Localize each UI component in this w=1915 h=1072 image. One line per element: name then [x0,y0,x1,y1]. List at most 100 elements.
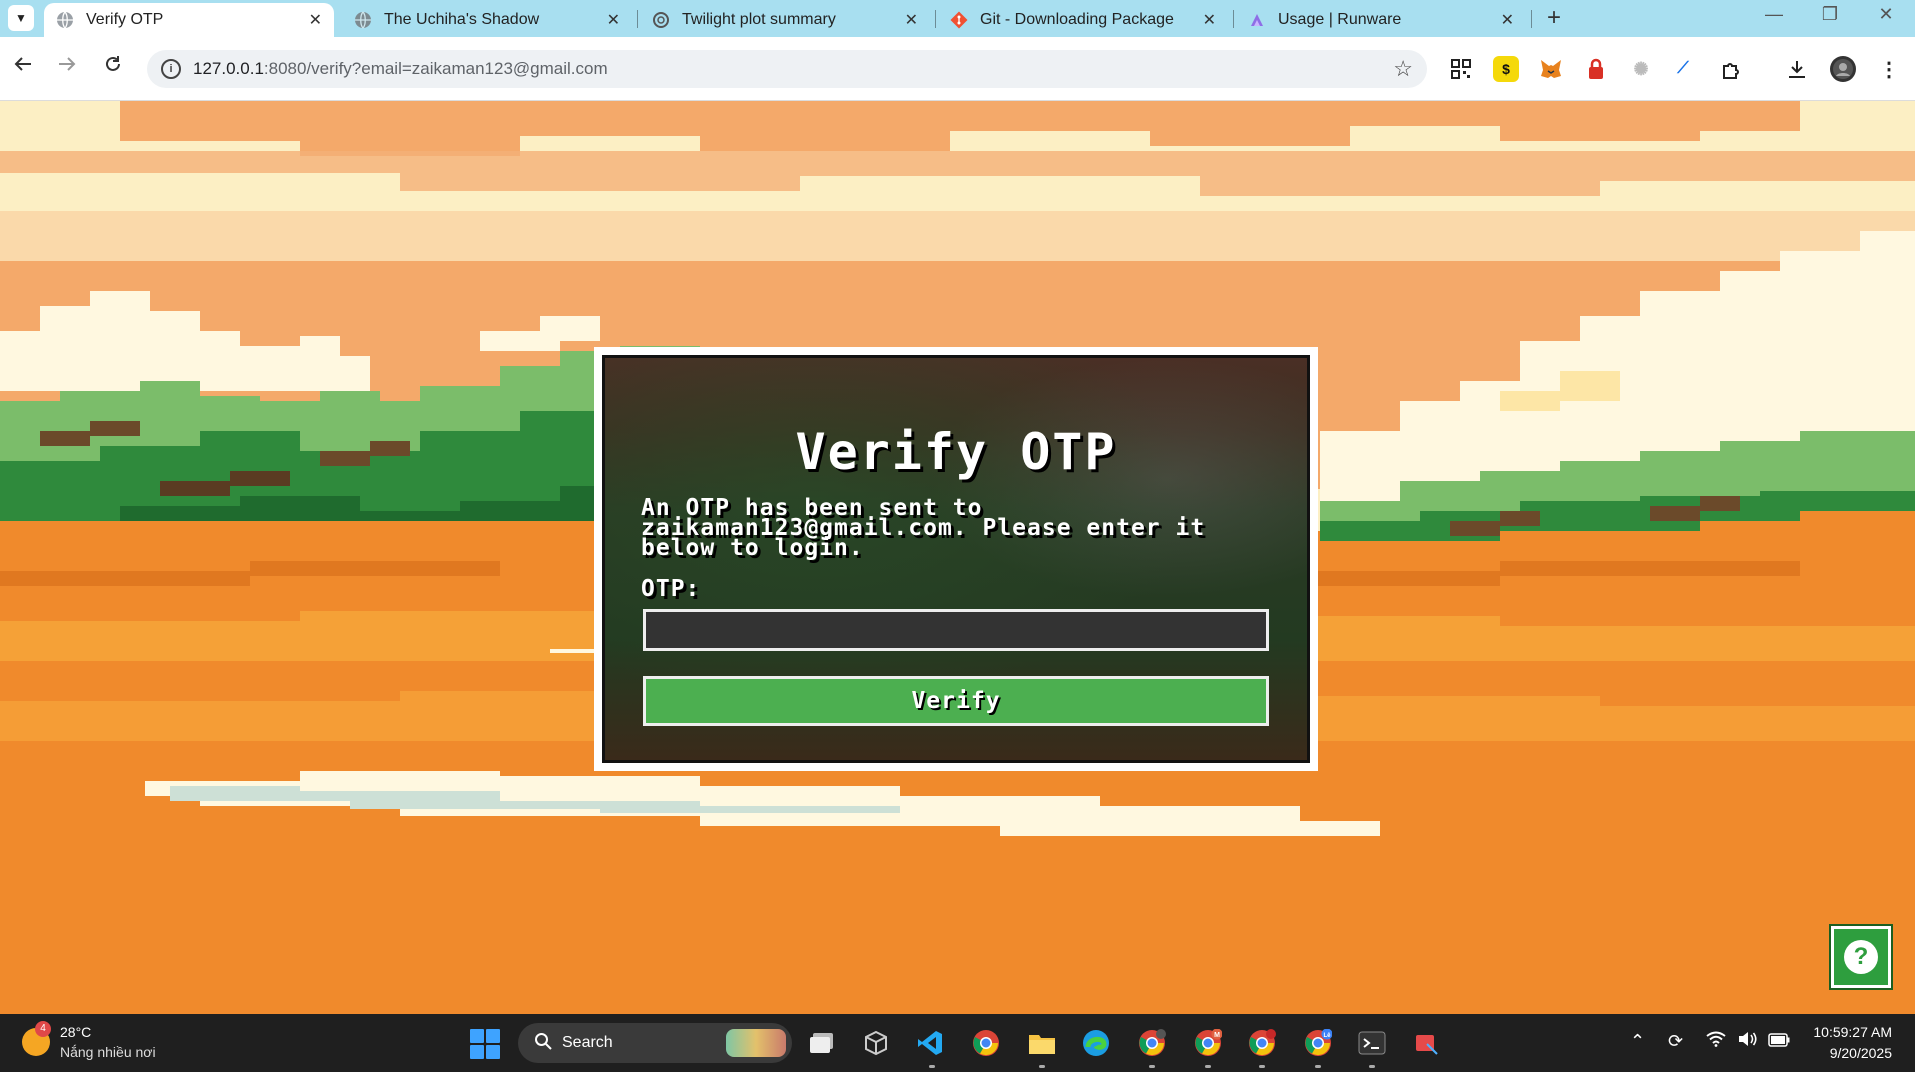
verify-button[interactable]: Verify [643,676,1269,726]
volume-icon[interactable] [1738,1031,1758,1052]
chrome-profile-1-icon[interactable] [1136,1027,1168,1059]
tab-search-button[interactable]: ▼ [8,5,34,31]
minimize-button[interactable]: — [1754,4,1794,25]
weather-temperature[interactable]: 28°C [60,1024,91,1040]
reload-button[interactable] [98,53,128,83]
help-button[interactable]: ? [1829,924,1893,990]
show-hidden-icons-chevron-icon[interactable]: ⌃ [1630,1031,1645,1052]
dollar-extension-icon[interactable]: $ [1493,56,1519,82]
tab-title: The Uchiha's Shadow [384,11,540,28]
snipping-tool-icon[interactable] [1410,1027,1442,1059]
close-icon[interactable]: ✕ [309,10,322,30]
otp-label: OTP: [641,576,701,602]
url-host: 127.0.0.1 [193,59,264,78]
weather-description[interactable]: Nắng nhiều nơi [60,1044,156,1060]
tab-divider [1531,10,1532,28]
sync-icon[interactable]: ⟳ [1668,1031,1683,1052]
running-indicator [1149,1065,1155,1068]
edge-icon[interactable] [1080,1027,1112,1059]
widgets-cube-icon[interactable] [860,1027,892,1059]
verify-otp-dialog: Verify OTP An OTP has been sent to zaika… [594,347,1318,771]
tab-strip: ▼ Verify OTP ✕ The Uchiha's Shadow ✕ Twi… [0,0,1915,37]
chrome-profile-badge: M [1214,1032,1220,1039]
bookmark-star-icon[interactable]: ☆ [1393,56,1413,82]
chrome-profile-3-icon[interactable] [1246,1027,1278,1059]
clock-time[interactable]: 10:59:27 AM [1800,1024,1892,1040]
question-mark-icon: ? [1844,940,1878,974]
otp-input[interactable] [643,609,1269,651]
profile-avatar[interactable] [1830,56,1856,82]
vscode-icon[interactable] [914,1027,946,1059]
tab-verify-otp[interactable]: Verify OTP ✕ [44,3,334,37]
git-icon [950,11,968,29]
openai-icon [652,11,670,29]
close-icon[interactable]: ✕ [1203,10,1216,30]
reload-icon [106,56,120,71]
chrome-profile-badge: Lê [1323,1033,1331,1039]
taskbar-search[interactable]: Search [518,1023,792,1063]
restore-button[interactable]: ❐ [1810,4,1850,25]
tab-runware-usage[interactable]: Usage | Runware ✕ [1236,3,1526,37]
search-highlight-image [726,1029,786,1057]
tab-git-download[interactable]: Git - Downloading Package ✕ [938,3,1228,37]
running-indicator [1039,1065,1045,1068]
tab-uchiha-shadow[interactable]: The Uchiha's Shadow ✕ [342,3,632,37]
windows-logo-icon [470,1029,484,1043]
file-explorer-icon[interactable] [1026,1027,1058,1059]
battery-icon[interactable] [1768,1031,1790,1052]
back-arrow-icon [14,57,31,71]
tab-title: Verify OTP [86,11,164,28]
puzzle-extensions-icon[interactable] [1718,56,1744,82]
windows-taskbar: 4 28°C Nắng nhiều nơi Search M Lê ⌃ ⟳ 10… [0,1014,1915,1072]
forward-arrow-icon [59,57,76,71]
back-button[interactable] [8,53,38,83]
clock-date[interactable]: 9/20/2025 [1800,1045,1892,1061]
running-indicator [1315,1065,1321,1068]
close-icon[interactable]: ✕ [905,10,918,30]
download-icon[interactable] [1784,56,1810,82]
page-viewport: Verify OTP An OTP has been sent to zaika… [0,101,1915,1014]
site-info-icon[interactable]: i [161,59,181,79]
url-path: :8080/verify?email=zaikaman123@gmail.com [263,59,608,78]
new-tab-button[interactable]: + [1540,4,1568,32]
running-indicator [929,1065,935,1068]
tab-title: Usage | Runware [1278,11,1402,28]
otp-sent-message: An OTP has been sent to zaikaman123@gmai… [641,495,1206,561]
running-indicator [1259,1065,1265,1068]
page-title: Verify OTP [795,423,1117,481]
browser-menu-icon[interactable]: ⋮ [1876,56,1902,82]
lock-extension-icon[interactable] [1583,56,1609,82]
chrome-profile-2-icon[interactable]: M [1192,1027,1224,1059]
pen-extension-icon[interactable]: ⟋ [1670,56,1696,82]
task-view-icon[interactable] [806,1027,838,1059]
weather-alert-badge: 4 [35,1021,51,1037]
metamask-fox-icon[interactable] [1538,56,1564,82]
tab-title: Git - Downloading Package [980,11,1174,28]
chrome-icon[interactable] [970,1027,1002,1059]
dialog-panel: Verify OTP An OTP has been sent to zaika… [602,355,1310,763]
tab-twilight-plot[interactable]: Twilight plot summary ✕ [640,3,930,37]
wifi-icon[interactable] [1706,1031,1726,1052]
close-icon[interactable]: ✕ [1501,10,1514,30]
qr-code-icon[interactable] [1448,56,1474,82]
tab-divider [935,10,936,28]
running-indicator [1369,1065,1375,1068]
close-icon[interactable]: ✕ [607,10,620,30]
forward-button[interactable] [52,53,82,83]
sun-extension-icon[interactable]: ✺ [1628,56,1654,82]
close-window-button[interactable]: ✕ [1866,4,1906,25]
tab-divider [1233,10,1234,28]
tab-divider [637,10,638,28]
browser-toolbar: i 127.0.0.1:8080/verify?email=zaikaman12… [0,37,1915,101]
runware-icon [1248,11,1266,29]
start-button[interactable] [470,1029,500,1059]
running-indicator [1205,1065,1211,1068]
chrome-profile-4-icon[interactable]: Lê [1302,1027,1334,1059]
url-text[interactable]: 127.0.0.1:8080/verify?email=zaikaman123@… [193,59,608,79]
globe-icon [56,11,74,29]
search-icon [534,1032,552,1055]
globe-icon [354,11,372,29]
terminal-icon[interactable] [1356,1027,1388,1059]
search-label: Search [562,1034,613,1051]
address-bar[interactable]: i 127.0.0.1:8080/verify?email=zaikaman12… [147,50,1427,88]
